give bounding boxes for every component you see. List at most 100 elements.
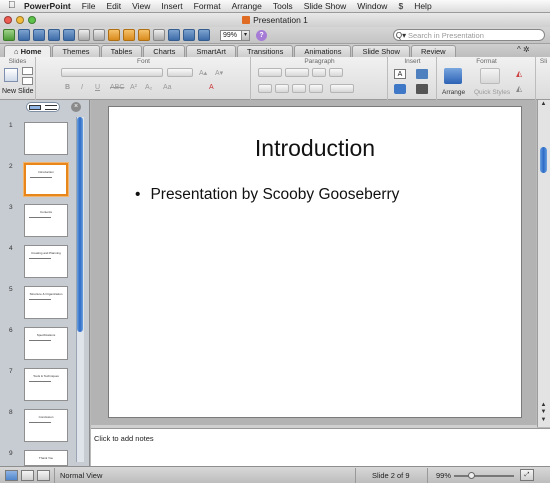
ribbon-collapse-icon[interactable]: ^ ✲ [517, 45, 530, 54]
menu-arrange[interactable]: Arrange [232, 1, 262, 11]
new-slide-button[interactable]: New Slide [2, 88, 34, 95]
zoom-dropdown-icon[interactable]: ▾ [242, 29, 250, 41]
layout-icon[interactable] [22, 67, 33, 75]
paste-icon[interactable] [108, 29, 120, 41]
tab-smartart[interactable]: SmartArt [186, 45, 236, 57]
script-menu-icon[interactable]: $ [398, 1, 403, 11]
menu-window[interactable]: Window [357, 1, 387, 11]
tab-review[interactable]: Review [410, 45, 456, 57]
quick-styles-icon[interactable] [480, 68, 500, 84]
cut-icon[interactable] [78, 29, 90, 41]
decrease-indent-button[interactable] [312, 68, 326, 77]
help-icon[interactable]: ? [256, 29, 267, 41]
menu-insert[interactable]: Insert [161, 1, 182, 11]
outline-tab-icon[interactable] [45, 105, 57, 110]
slide-thumbnail[interactable] [24, 122, 68, 155]
slide-thumbnail[interactable]: Creating and Planning [24, 245, 68, 278]
toolbox-icon[interactable] [198, 29, 210, 41]
slide-scroll-thumb[interactable] [540, 147, 547, 173]
tab-home[interactable]: ⌂ Home [4, 45, 52, 57]
underline-button[interactable]: U [95, 84, 100, 91]
new-presentation-icon[interactable] [3, 29, 15, 41]
align-center-button[interactable] [275, 84, 289, 93]
grow-font-button[interactable]: A▴ [199, 69, 207, 77]
menu-help[interactable]: Help [414, 1, 431, 11]
slide-thumbnail[interactable]: Thank You [24, 450, 68, 466]
search-icon[interactable]: Q▾ [394, 31, 408, 40]
tab-tables[interactable]: Tables [100, 45, 143, 57]
menu-view[interactable]: View [132, 1, 150, 11]
menu-edit[interactable]: Edit [106, 1, 121, 11]
current-slide[interactable]: Introduction • Presentation by Scooby Go… [108, 106, 522, 418]
increase-indent-button[interactable] [329, 68, 343, 77]
slide-thumbnail[interactable]: Structure & Organization [24, 286, 68, 319]
slide-thumbnail[interactable]: Contents [24, 204, 68, 237]
quick-styles-button[interactable]: Quick Styles [474, 89, 510, 96]
line-spacing-button[interactable] [330, 84, 354, 93]
slide-thumbnail-selected[interactable]: Introduction [24, 163, 68, 196]
slide-show-icon[interactable] [37, 470, 50, 481]
tab-transitions[interactable]: Transitions [236, 45, 294, 57]
menu-slide-show[interactable]: Slide Show [304, 1, 347, 11]
shrink-font-button[interactable]: A▾ [215, 69, 223, 77]
bold-button[interactable]: B [65, 84, 70, 91]
slide-title[interactable]: Introduction [109, 135, 521, 162]
justify-button[interactable] [309, 84, 323, 93]
pane-view-toggle[interactable] [26, 102, 60, 112]
bullets-button[interactable] [258, 68, 282, 77]
strikethrough-button[interactable]: ABC [110, 84, 124, 91]
slide-body[interactable]: • Presentation by Scooby Gooseberry [135, 186, 399, 204]
slide-sorter-icon[interactable] [21, 470, 34, 481]
shape-fill-icon[interactable]: ◭ [516, 69, 528, 79]
undo-icon[interactable] [138, 29, 150, 41]
slide-thumbnail[interactable]: Tools & Techniques [24, 368, 68, 401]
menu-app-name[interactable]: PowerPoint [24, 1, 71, 11]
tab-charts[interactable]: Charts [143, 45, 186, 57]
zoom-slider-knob[interactable] [468, 472, 475, 479]
tab-animations[interactable]: Animations [294, 45, 352, 57]
menu-tools[interactable]: Tools [273, 1, 293, 11]
change-case-button[interactable]: Aa [163, 84, 172, 91]
shape-outline-icon[interactable]: ◭ [516, 84, 528, 94]
font-size-field[interactable] [167, 68, 193, 77]
picture-icon[interactable] [416, 69, 428, 79]
arrange-button[interactable]: Arrange [442, 89, 465, 96]
open-icon[interactable] [33, 29, 45, 41]
media-browser-icon[interactable] [183, 29, 195, 41]
tab-themes[interactable]: Themes [52, 45, 100, 57]
insert-picture-icon[interactable] [168, 29, 180, 41]
media-icon[interactable] [416, 84, 428, 94]
close-pane-icon[interactable]: × [71, 102, 81, 112]
arrange-icon[interactable] [444, 68, 462, 84]
font-name-field[interactable] [61, 68, 163, 77]
align-left-button[interactable] [258, 84, 272, 93]
save-icon[interactable] [48, 29, 60, 41]
previous-slide-icon[interactable]: ▲ [538, 402, 549, 408]
text-box-icon[interactable]: A [394, 69, 406, 79]
font-color-button[interactable]: A [209, 84, 214, 91]
slides-tab-icon[interactable] [29, 105, 41, 110]
align-right-button[interactable] [292, 84, 306, 93]
shape-icon[interactable] [394, 84, 406, 94]
notes-pane[interactable]: Click to add notes [91, 428, 550, 466]
scroll-down-icon[interactable]: ▼ [538, 417, 549, 423]
print-icon[interactable] [63, 29, 75, 41]
section-icon[interactable] [22, 77, 33, 85]
redo-icon[interactable] [153, 29, 165, 41]
zoom-field[interactable]: 99% [220, 29, 242, 41]
next-slide-icon[interactable]: ▼ [538, 409, 549, 415]
slide-thumbnail[interactable]: Conclusion [24, 409, 68, 442]
normal-view-icon[interactable] [5, 470, 18, 481]
templates-icon[interactable] [18, 29, 30, 41]
format-painter-icon[interactable] [123, 29, 135, 41]
superscript-button[interactable]: A² [130, 84, 137, 91]
zoom-slider[interactable] [454, 475, 514, 477]
apple-menu-icon[interactable]:  [8, 1, 18, 11]
scroll-up-icon[interactable]: ▲ [538, 101, 549, 107]
search-field[interactable]: Q▾ Search in Presentation [393, 29, 545, 41]
tab-slide-show[interactable]: Slide Show [352, 45, 410, 57]
numbering-button[interactable] [285, 68, 309, 77]
slide-thumbnail[interactable]: Specifications [24, 327, 68, 360]
subscript-button[interactable]: A₂ [145, 84, 152, 91]
new-slide-icon[interactable] [4, 68, 18, 82]
